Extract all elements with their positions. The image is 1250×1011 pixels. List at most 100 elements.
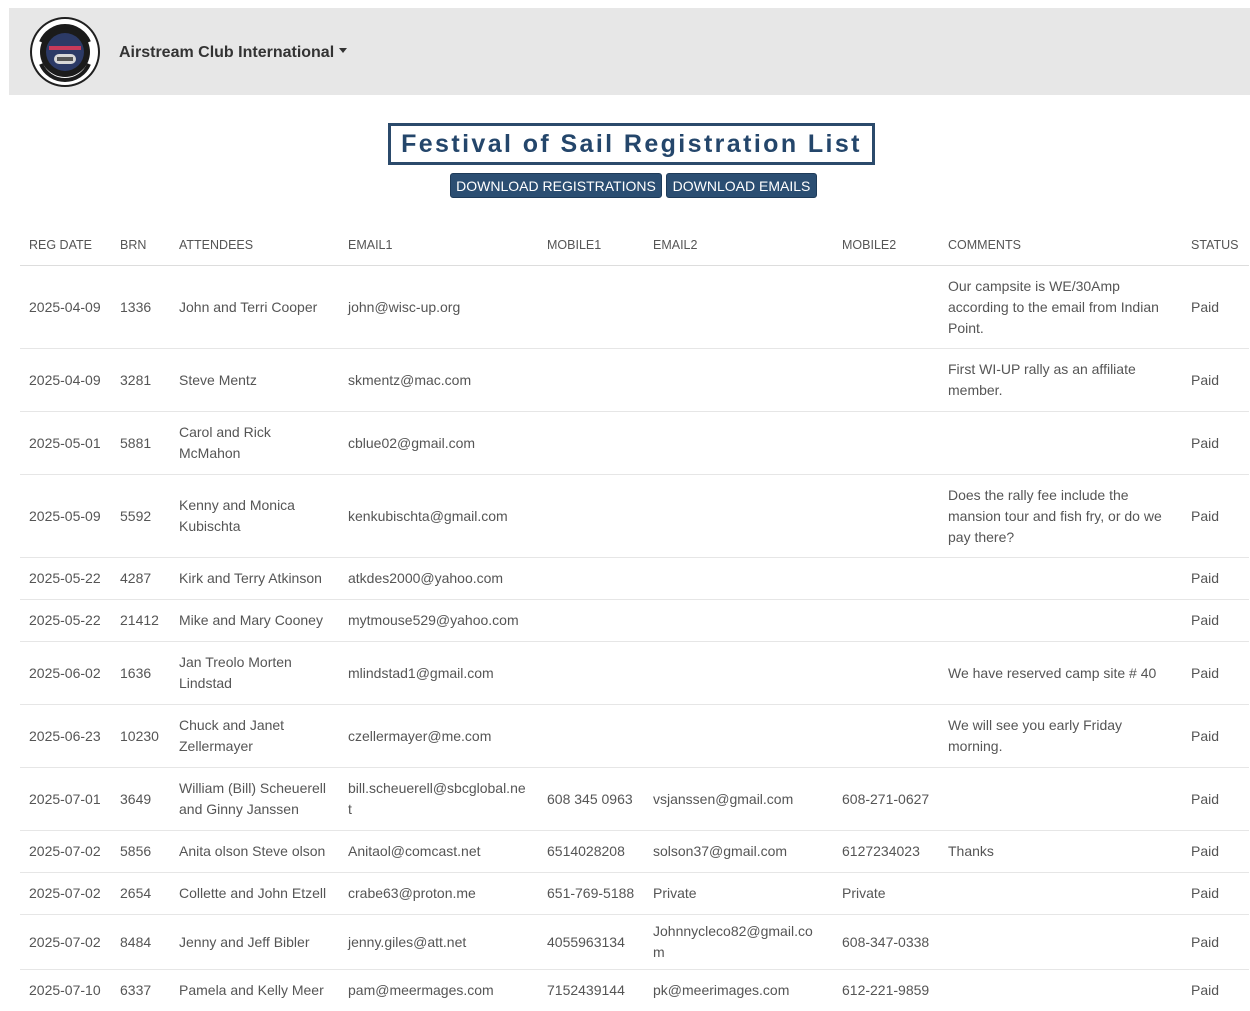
cell-mobile2 <box>833 558 939 600</box>
download-emails-button[interactable]: DOWNLOAD EMAILS <box>666 173 817 198</box>
cell-attendees: Kenny and Monica Kubischta <box>170 475 339 558</box>
cell-brn: 4287 <box>111 558 170 600</box>
cell-attendees: John and Terri Cooper <box>170 266 339 349</box>
cell-email2 <box>644 475 833 558</box>
cell-email2 <box>644 349 833 412</box>
cell-brn: 1636 <box>111 642 170 705</box>
cell-reg-date: 2025-05-09 <box>20 475 111 558</box>
cell-email1: skmentz@mac.com <box>339 349 538 412</box>
cell-attendees: Collette and John Etzell <box>170 873 339 915</box>
cell-mobile1 <box>538 266 644 349</box>
header-attendees[interactable]: ATTENDEES <box>170 225 339 266</box>
cell-attendees: Jan Treolo Morten Lindstad <box>170 642 339 705</box>
table-row: 2025-07-028484Jenny and Jeff Biblerjenny… <box>20 915 1249 970</box>
brand-label: Airstream Club International <box>119 44 334 61</box>
cell-email2: vsjanssen@gmail.com <box>644 768 833 831</box>
cell-reg-date: 2025-07-02 <box>20 831 111 873</box>
cell-brn: 5856 <box>111 831 170 873</box>
cell-email2 <box>644 558 833 600</box>
cell-attendees: Steve Mentz <box>170 349 339 412</box>
cell-comments: First WI-UP rally as an affiliate member… <box>939 349 1182 412</box>
cell-mobile2: 6127234023 <box>833 831 939 873</box>
cell-comments: Our campsite is WE/30Amp according to th… <box>939 266 1182 349</box>
cell-status: Paid <box>1182 768 1249 831</box>
cell-comments <box>939 873 1182 915</box>
table-row: 2025-04-091336John and Terri Cooperjohn@… <box>20 266 1249 349</box>
cell-mobile1: 6514028208 <box>538 831 644 873</box>
cell-email1: crabe63@proton.me <box>339 873 538 915</box>
cell-mobile1 <box>538 475 644 558</box>
cell-email1: pam@meermages.com <box>339 970 538 1011</box>
top-navbar: Airstream Club International <box>9 8 1250 95</box>
club-logo[interactable] <box>29 16 101 88</box>
cell-attendees: Jenny and Jeff Bibler <box>170 915 339 970</box>
table-header-row: REG DATE BRN ATTENDEES EMAIL1 MOBILE1 EM… <box>20 225 1249 266</box>
cell-comments: Thanks <box>939 831 1182 873</box>
cell-comments <box>939 412 1182 475</box>
club-dropdown-toggle[interactable]: Airstream Club International <box>119 44 347 62</box>
cell-email2 <box>644 600 833 642</box>
caret-down-icon <box>339 48 347 53</box>
table-row: 2025-05-095592Kenny and Monica Kubischta… <box>20 475 1249 558</box>
cell-reg-date: 2025-07-01 <box>20 768 111 831</box>
cell-brn: 3649 <box>111 768 170 831</box>
cell-attendees: Mike and Mary Cooney <box>170 600 339 642</box>
cell-email1: Anitaol@comcast.net <box>339 831 538 873</box>
page-title-box: Festival of Sail Registration List <box>388 123 875 165</box>
cell-reg-date: 2025-07-10 <box>20 970 111 1011</box>
cell-brn: 5592 <box>111 475 170 558</box>
cell-email1: john@wisc-up.org <box>339 266 538 349</box>
cell-reg-date: 2025-07-02 <box>20 915 111 970</box>
cell-brn: 8484 <box>111 915 170 970</box>
cell-status: Paid <box>1182 705 1249 768</box>
cell-mobile2 <box>833 349 939 412</box>
cell-email1: mlindstad1@gmail.com <box>339 642 538 705</box>
table-row: 2025-06-021636Jan Treolo Morten Lindstad… <box>20 642 1249 705</box>
cell-reg-date: 2025-06-23 <box>20 705 111 768</box>
cell-mobile2 <box>833 266 939 349</box>
cell-comments: Does the rally fee include the mansion t… <box>939 475 1182 558</box>
header-reg-date[interactable]: REG DATE <box>20 225 111 266</box>
cell-brn: 6337 <box>111 970 170 1011</box>
header-mobile1[interactable]: MOBILE1 <box>538 225 644 266</box>
cell-mobile1 <box>538 642 644 705</box>
cell-email1: cblue02@gmail.com <box>339 412 538 475</box>
cell-status: Paid <box>1182 266 1249 349</box>
table-row: 2025-04-093281Steve Mentzskmentz@mac.com… <box>20 349 1249 412</box>
table-row: 2025-07-022654Collette and John Etzellcr… <box>20 873 1249 915</box>
header-brn[interactable]: BRN <box>111 225 170 266</box>
header-email1[interactable]: EMAIL1 <box>339 225 538 266</box>
header-status[interactable]: STATUS <box>1182 225 1249 266</box>
cell-reg-date: 2025-04-09 <box>20 266 111 349</box>
cell-mobile2 <box>833 642 939 705</box>
cell-mobile1 <box>538 412 644 475</box>
header-mobile2[interactable]: MOBILE2 <box>833 225 939 266</box>
header-comments[interactable]: COMMENTS <box>939 225 1182 266</box>
cell-attendees: Kirk and Terry Atkinson <box>170 558 339 600</box>
cell-email1: bill.scheuerell@sbcglobal.net <box>339 768 538 831</box>
cell-brn: 10230 <box>111 705 170 768</box>
cell-brn: 1336 <box>111 266 170 349</box>
cell-status: Paid <box>1182 831 1249 873</box>
cell-comments <box>939 768 1182 831</box>
cell-email1: atkdes2000@yahoo.com <box>339 558 538 600</box>
cell-mobile2: 608-347-0338 <box>833 915 939 970</box>
table-row: 2025-05-015881Carol and Rick McMahoncblu… <box>20 412 1249 475</box>
cell-mobile1: 608 345 0963 <box>538 768 644 831</box>
cell-comments <box>939 915 1182 970</box>
cell-email2: pk@meerimages.com <box>644 970 833 1011</box>
header-email2[interactable]: EMAIL2 <box>644 225 833 266</box>
cell-brn: 3281 <box>111 349 170 412</box>
cell-mobile2 <box>833 705 939 768</box>
cell-mobile2: Private <box>833 873 939 915</box>
cell-mobile2: 608-271-0627 <box>833 768 939 831</box>
cell-status: Paid <box>1182 600 1249 642</box>
cell-mobile2 <box>833 412 939 475</box>
cell-mobile2 <box>833 600 939 642</box>
table-row: 2025-05-2221412Mike and Mary Cooneymytmo… <box>20 600 1249 642</box>
download-registrations-button[interactable]: DOWNLOAD REGISTRATIONS <box>450 173 662 198</box>
cell-email2 <box>644 266 833 349</box>
cell-mobile2: 612-221-9859 <box>833 970 939 1011</box>
cell-reg-date: 2025-06-02 <box>20 642 111 705</box>
cell-mobile1 <box>538 349 644 412</box>
